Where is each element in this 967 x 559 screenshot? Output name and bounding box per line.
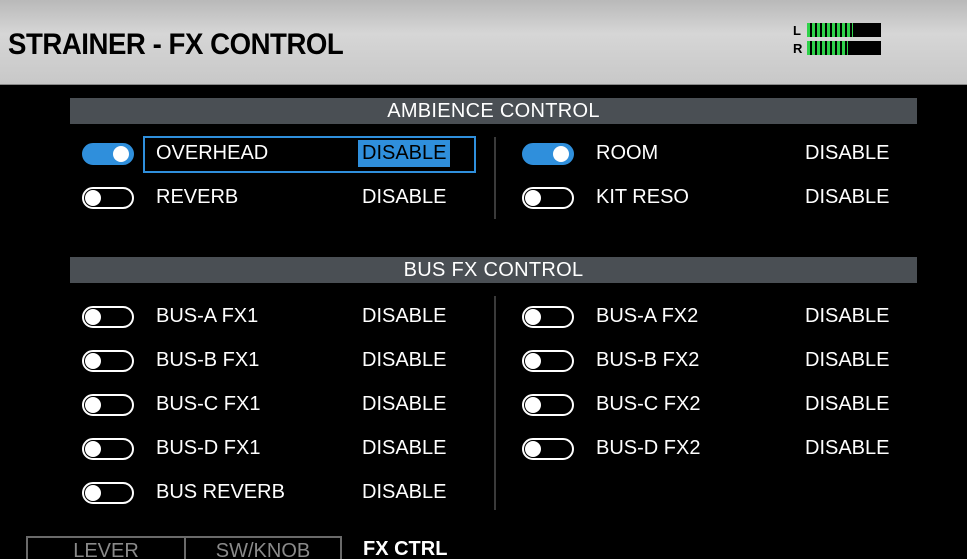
bus-reverb-label: BUS REVERB	[156, 481, 285, 503]
bus-b-fx1-status[interactable]: DISABLE	[362, 349, 446, 372]
ambience-control-header: AMBIENCE CONTROL	[70, 98, 917, 124]
bus-row-d-fx2[interactable]: BUS-D FX2 DISABLE	[500, 433, 930, 469]
ambience-divider	[494, 137, 496, 219]
toggle-knob	[85, 397, 101, 413]
reverb-status[interactable]: DISABLE	[362, 186, 446, 209]
bus-fx-divider	[494, 296, 496, 510]
bus-d-fx1-label: BUS-D FX1	[156, 437, 261, 459]
bus-reverb-status[interactable]: DISABLE	[362, 481, 446, 504]
bus-c-fx1-toggle[interactable]	[82, 394, 134, 416]
bus-b-fx2-toggle[interactable]	[522, 350, 574, 372]
bus-a-fx1-status[interactable]: DISABLE	[362, 305, 446, 328]
tab-lever-label: LEVER	[73, 540, 139, 559]
bus-row-b-fx2[interactable]: BUS-B FX2 DISABLE	[500, 345, 930, 381]
tab-fx-ctrl-label: FX CTRL	[363, 538, 448, 559]
toggle-knob	[525, 441, 541, 457]
bus-row-d-fx1[interactable]: BUS-D FX1 DISABLE	[0, 433, 490, 469]
bus-b-fx2-status[interactable]: DISABLE	[805, 349, 889, 372]
kit-reso-toggle[interactable]	[522, 187, 574, 209]
toggle-knob	[85, 441, 101, 457]
bus-row-a-fx1[interactable]: BUS-A FX1 DISABLE	[0, 301, 490, 337]
tab-bar: LEVER SW/KNOB FX CTRL	[0, 536, 967, 559]
toggle-knob	[525, 353, 541, 369]
reverb-label: REVERB	[156, 186, 239, 208]
toggle-knob	[85, 353, 101, 369]
meter-left-row: L	[793, 21, 883, 39]
bus-c-fx1-status[interactable]: DISABLE	[362, 393, 446, 416]
bus-row-c-fx2[interactable]: BUS-C FX2 DISABLE	[500, 389, 930, 425]
ambience-row-room[interactable]: ROOM DISABLE	[500, 138, 930, 174]
bus-b-fx1-label: BUS-B FX1	[156, 349, 260, 371]
toggle-knob	[85, 190, 101, 206]
bus-d-fx1-toggle[interactable]	[82, 438, 134, 460]
toggle-knob	[85, 309, 101, 325]
meter-right-row: R	[793, 39, 883, 57]
overhead-label: OVERHEAD	[156, 142, 269, 164]
bus-d-fx2-toggle[interactable]	[522, 438, 574, 460]
toggle-knob	[85, 485, 101, 501]
meter-right-label: R	[793, 40, 803, 56]
ambience-row-reverb[interactable]: REVERB DISABLE	[0, 182, 490, 218]
tab-fx-ctrl[interactable]: FX CTRL	[363, 536, 503, 559]
bus-d-fx2-status[interactable]: DISABLE	[805, 437, 889, 460]
meter-right-track	[807, 41, 881, 55]
toggle-knob	[553, 146, 569, 162]
bus-b-fx2-label: BUS-B FX2	[596, 349, 700, 371]
toggle-knob	[113, 146, 129, 162]
toggle-knob	[525, 309, 541, 325]
bus-d-fx2-label: BUS-D FX2	[596, 437, 701, 459]
bus-a-fx2-toggle[interactable]	[522, 306, 574, 328]
ambience-row-kit-reso[interactable]: KIT RESO DISABLE	[500, 182, 930, 218]
toggle-knob	[525, 397, 541, 413]
bus-row-a-fx2[interactable]: BUS-A FX2 DISABLE	[500, 301, 930, 337]
bus-c-fx2-status[interactable]: DISABLE	[805, 393, 889, 416]
meter-right-fill	[807, 41, 848, 55]
bus-row-b-fx1[interactable]: BUS-B FX1 DISABLE	[0, 345, 490, 381]
bus-a-fx1-label: BUS-A FX1	[156, 305, 259, 327]
tab-lever[interactable]: LEVER	[26, 536, 186, 559]
bus-row-reverb[interactable]: BUS REVERB DISABLE	[0, 477, 490, 513]
ambience-row-overhead[interactable]: OVERHEAD DISABLE	[0, 138, 490, 174]
title-bar: STRAINER - FX CONTROL L R	[0, 0, 967, 85]
room-label: ROOM	[596, 142, 659, 164]
level-meter: L R	[793, 21, 883, 57]
meter-left-track	[807, 23, 881, 37]
bus-a-fx2-status[interactable]: DISABLE	[805, 305, 889, 328]
bus-row-c-fx1[interactable]: BUS-C FX1 DISABLE	[0, 389, 490, 425]
overhead-toggle[interactable]	[82, 143, 134, 165]
bus-reverb-toggle[interactable]	[82, 482, 134, 504]
meter-left-label: L	[793, 22, 801, 38]
bus-fx-control-header: BUS FX CONTROL	[70, 257, 917, 283]
meter-left-fill	[807, 23, 853, 37]
kit-reso-label: KIT RESO	[596, 186, 689, 208]
reverb-toggle[interactable]	[82, 187, 134, 209]
room-status[interactable]: DISABLE	[805, 142, 889, 165]
overhead-status[interactable]: DISABLE	[358, 140, 451, 167]
kit-reso-status[interactable]: DISABLE	[805, 186, 889, 209]
toggle-knob	[525, 190, 541, 206]
bus-c-fx1-label: BUS-C FX1	[156, 393, 261, 415]
tab-sw-knob[interactable]: SW/KNOB	[184, 536, 342, 559]
bus-a-fx1-toggle[interactable]	[82, 306, 134, 328]
bus-c-fx2-toggle[interactable]	[522, 394, 574, 416]
bus-a-fx2-label: BUS-A FX2	[596, 305, 699, 327]
tab-sw-knob-label: SW/KNOB	[215, 540, 311, 559]
room-toggle[interactable]	[522, 143, 574, 165]
bus-d-fx1-status[interactable]: DISABLE	[362, 437, 446, 460]
page-title: STRAINER - FX CONTROL	[8, 28, 344, 61]
bus-c-fx2-label: BUS-C FX2	[596, 393, 701, 415]
bus-b-fx1-toggle[interactable]	[82, 350, 134, 372]
